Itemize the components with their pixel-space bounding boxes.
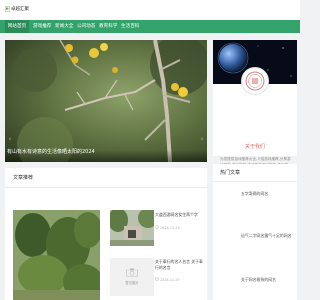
hot-article-link[interactable]: 仙气二字网名霸气十足的网名 bbox=[241, 233, 292, 239]
slide-prev-arrow[interactable]: ‹ bbox=[7, 134, 13, 144]
hot-article-link[interactable]: 五字哥俩的网名 bbox=[241, 191, 268, 197]
article-date: 2024-11-25 bbox=[155, 277, 180, 282]
broken-image-icon bbox=[5, 6, 10, 12]
date-text: 2024-11-25 bbox=[160, 277, 180, 282]
about-card: 关于我们 为您提供游戏推荐大全,介绍游戏推荐,分享游戏推荐,游戏推荐,游戏推荐游… bbox=[213, 40, 297, 178]
hot-article-link[interactable]: 关于网名雅致的网名 bbox=[241, 277, 276, 283]
no-image-label: 暂无图片 bbox=[125, 281, 139, 285]
nav-item-games[interactable]: 游戏推荐 bbox=[33, 20, 51, 33]
site-logo[interactable]: 卓越汇聚 bbox=[5, 6, 29, 12]
clock-icon bbox=[155, 225, 159, 230]
slide-next-arrow[interactable]: › bbox=[199, 134, 205, 144]
nav-item-home[interactable]: 网站首页 bbox=[5, 20, 29, 33]
nav-item-education[interactable]: 教育科学 bbox=[99, 20, 117, 33]
article-title[interactable]: 关于奉行的名人名言 关于奉行的名言 bbox=[155, 259, 205, 271]
top-bar: 卓越汇聚 bbox=[0, 0, 300, 20]
hot-title: 热门文章 bbox=[220, 170, 241, 176]
hot-articles-card: 热门文章 五字哥俩的网名 仙气二字网名霸气十足的网名 关于网名雅致的网名 bbox=[213, 164, 297, 300]
nav-item-company[interactable]: 公司动态 bbox=[77, 20, 95, 33]
article-thumbnail[interactable] bbox=[110, 210, 154, 246]
slide-caption[interactable]: 有山有水有诗意的生活像晒太阳的2024 bbox=[7, 148, 197, 155]
main-nav: 网站首页 游戏推荐 新闻大全 公司动态 教育科学 生活百科 bbox=[0, 20, 300, 33]
camera-icon bbox=[126, 268, 138, 277]
featured-thumbnail[interactable] bbox=[13, 210, 100, 300]
article-date: 2024-11-25 bbox=[155, 225, 180, 230]
slide-image bbox=[5, 40, 207, 162]
placeholder-thumbnail[interactable]: 暂无图片 bbox=[110, 258, 154, 296]
date-text: 2024-11-25 bbox=[160, 225, 180, 230]
hero-slider[interactable]: ‹ › bbox=[5, 40, 207, 162]
divider bbox=[5, 187, 207, 188]
clock-icon bbox=[155, 277, 159, 282]
divider bbox=[213, 181, 297, 182]
nav-item-news[interactable]: 新闻大全 bbox=[55, 20, 73, 33]
nav-item-life[interactable]: 生活百科 bbox=[121, 20, 139, 33]
avatar bbox=[241, 67, 269, 95]
about-title: 关于我们 bbox=[244, 144, 265, 150]
recommend-section: 文章推荐 大道西游网名女生两个字 2024-11-25 暂无图片 关于奉行的名人… bbox=[5, 168, 207, 300]
logo-alt-text: 卓越汇聚 bbox=[11, 7, 29, 12]
article-title[interactable]: 大道西游网名女生两个字 bbox=[155, 212, 205, 218]
section-title: 文章推荐 bbox=[13, 175, 34, 181]
